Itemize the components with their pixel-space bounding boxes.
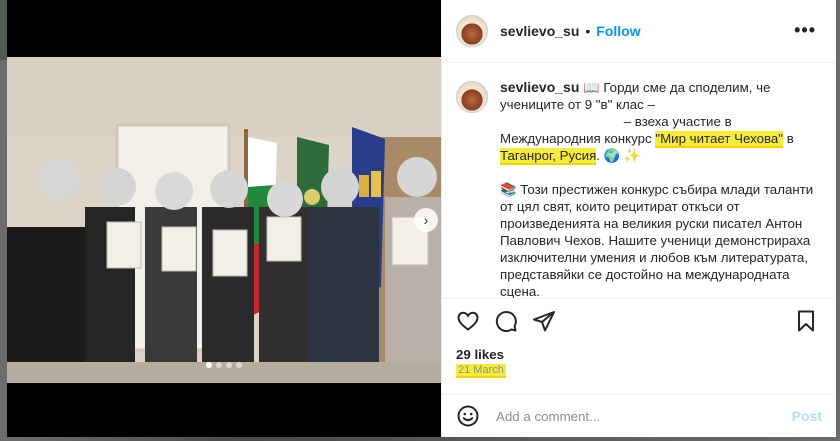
contest-name: "Мир читает Чехова"	[655, 131, 783, 148]
header-separator: •	[585, 23, 591, 39]
group-photo-image	[7, 57, 441, 383]
post-date[interactable]: 21 March	[456, 364, 506, 378]
carousel-next-icon[interactable]: ›	[414, 208, 438, 232]
smiley-icon[interactable]	[456, 404, 480, 428]
more-options-icon[interactable]: •••	[794, 20, 816, 41]
comment-box: Add a comment... Post	[442, 394, 836, 437]
bookmark-icon[interactable]	[794, 309, 818, 333]
caption-text: sevlievo_su 📖 Горди сме да споделим, че …	[500, 79, 826, 300]
post-media: ›	[7, 0, 441, 437]
carousel-dot	[226, 362, 232, 368]
post-header: sevlievo_su • Follow •••	[442, 0, 836, 63]
account-avatar[interactable]	[456, 15, 488, 47]
caption-in-word: в	[786, 131, 794, 146]
book-emoji: 📖	[583, 80, 600, 95]
caption-paragraph-2: 📚 Този престижен конкурс събира млади та…	[500, 182, 814, 299]
post-comment-button[interactable]: Post	[792, 408, 822, 424]
heart-icon[interactable]	[456, 309, 480, 333]
comment-input[interactable]: Add a comment...	[496, 409, 792, 424]
action-bar	[442, 298, 836, 342]
post-photo[interactable]	[7, 57, 441, 383]
comment-icon[interactable]	[494, 309, 518, 333]
follow-button[interactable]: Follow	[596, 23, 640, 39]
contest-location: Таганрог, Русия	[500, 148, 597, 165]
carousel-dots	[7, 362, 441, 368]
post-modal: › sevlievo_su • Follow ••• sevlievo_su 📖…	[7, 0, 836, 437]
likes-count[interactable]: 29 likes	[456, 347, 504, 362]
carousel-dot	[206, 362, 212, 368]
caption-line-end: . 🌍 ✨	[596, 148, 641, 163]
post-caption: sevlievo_su 📖 Горди сме да споделим, че …	[456, 79, 826, 300]
carousel-dot	[236, 362, 242, 368]
header-username[interactable]: sevlievo_su	[500, 23, 579, 39]
share-icon[interactable]	[532, 309, 556, 333]
post-panel: sevlievo_su • Follow ••• sevlievo_su 📖 Г…	[441, 0, 836, 437]
caption-username[interactable]: sevlievo_su	[500, 79, 579, 95]
caption-avatar[interactable]	[456, 81, 488, 113]
carousel-dot	[216, 362, 222, 368]
